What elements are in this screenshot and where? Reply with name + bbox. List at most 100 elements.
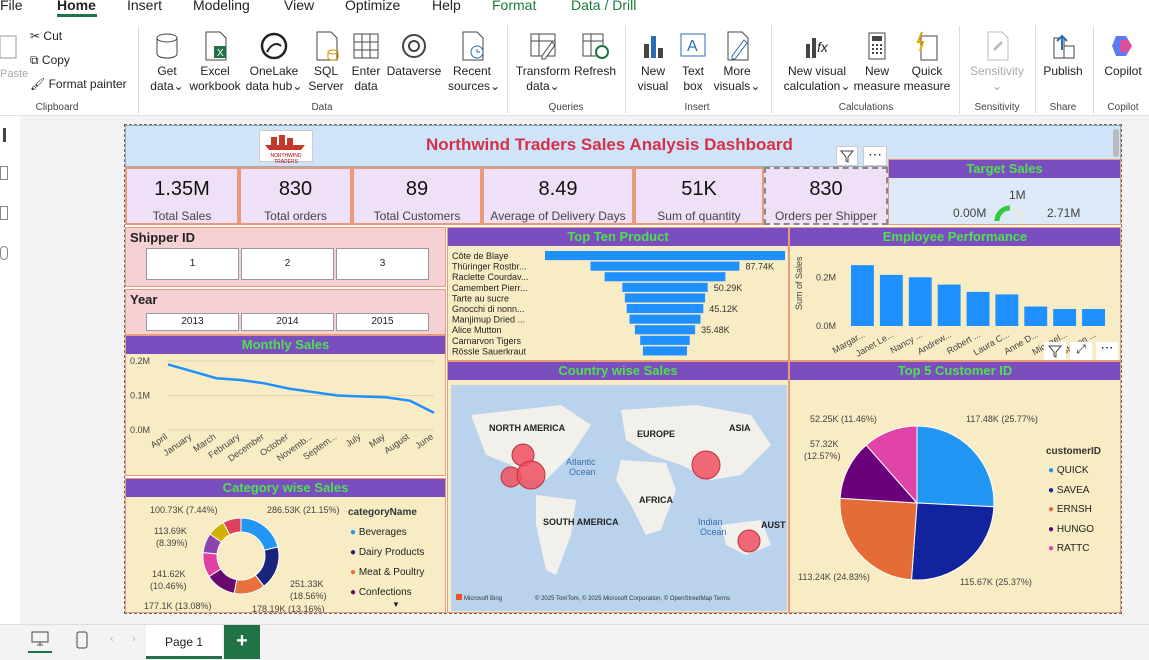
paste-button[interactable]: Paste <box>0 30 28 82</box>
format-painter-button[interactable]: 🖌 Format painter <box>30 77 127 92</box>
menu-bar: File Home Insert Modeling View Optimize … <box>0 0 1149 18</box>
world-map[interactable]: NORTH AMERICA EUROPE ASIA AFRICA SOUTH A… <box>451 385 787 611</box>
new-visual-button[interactable]: New visual <box>633 30 673 94</box>
legend-item[interactable]: ● HUNGO <box>1048 520 1094 540</box>
slicer-option-1[interactable]: 1 <box>146 248 239 280</box>
scrollbar[interactable] <box>1113 129 1119 157</box>
enter-data-button[interactable]: Enter data <box>348 30 384 94</box>
legend-item[interactable]: ● Beverages <box>350 523 424 543</box>
excel-workbook-button[interactable]: X Excel workbook <box>188 30 242 94</box>
map-label: Atlantic <box>566 457 596 467</box>
menu-home[interactable]: Home <box>57 0 96 13</box>
page-tab-bar: ‹ › Page 1 + <box>0 624 1149 660</box>
series-line <box>167 363 435 414</box>
get-data-button[interactable]: Get data⌄ <box>146 30 188 94</box>
pie-label: 52.25K (11.46%) <box>810 414 877 424</box>
calculator-icon <box>868 32 886 60</box>
map-label: ASIA <box>729 423 751 433</box>
employee-bar <box>908 277 932 326</box>
svg-text:fx: fx <box>817 39 829 55</box>
menu-optimize[interactable]: Optimize <box>345 0 400 13</box>
menu-modeling[interactable]: Modeling <box>193 0 250 13</box>
legend-item[interactable]: ● ERNSH <box>1048 500 1094 520</box>
map-attribution: © 2025 TomTom, © 2025 Microsoft Corporat… <box>535 595 730 602</box>
add-page-button[interactable]: + <box>224 625 260 659</box>
dashboard-title: Northwind Traders Sales Analysis Dashboa… <box>426 135 793 154</box>
cut-button[interactable]: ✂ Cut <box>30 29 62 44</box>
text-box-button[interactable]: A Text box <box>675 30 711 94</box>
new-measure-button[interactable]: New measure <box>853 30 901 94</box>
country-sales-visual: Country wise Sales NORTH AMERICA EUROPE … <box>447 361 789 613</box>
customer-legend: ● QUICK ● SAVEA ● ERNSH ● HUNGO ● RATTC <box>1048 461 1094 559</box>
group-data: Data <box>311 102 333 113</box>
legend-item[interactable]: ● RATTC <box>1048 539 1094 559</box>
more-visuals-button[interactable]: More visuals⌄ <box>713 30 761 94</box>
pie-label: 113.24K (24.83%) <box>798 572 870 582</box>
more-options-icon[interactable]: ⋯ <box>863 146 887 166</box>
top-customer-visual: Top 5 Customer ID 117.48K (25.77%) 115.6… <box>789 361 1121 613</box>
publish-button[interactable]: Publish <box>1041 30 1085 79</box>
legend-title: customerID <box>1046 446 1101 457</box>
filter-icon[interactable] <box>836 146 858 166</box>
donut-label: 286.53K (21.15%) <box>267 505 340 515</box>
recent-icon <box>462 31 484 61</box>
legend-item[interactable]: ● QUICK <box>1048 461 1094 481</box>
map-label: NORTH AMERICA <box>489 423 566 433</box>
year-option-2015[interactable]: 2015 <box>336 313 429 331</box>
employee-bar <box>995 294 1019 326</box>
sql-icon <box>316 31 339 61</box>
sensitivity-button[interactable]: Sensitivity ⌄ <box>965 30 1029 94</box>
slicer-option-3[interactable]: 3 <box>336 248 429 280</box>
menu-view[interactable]: View <box>284 0 314 13</box>
legend-item[interactable]: ● Dairy Products <box>350 543 424 563</box>
dax-view-icon[interactable] <box>0 246 8 260</box>
menu-data-drill[interactable]: Data / Drill <box>571 0 636 13</box>
funnel-bar <box>626 304 704 314</box>
tab-page-1[interactable]: Page 1 <box>146 625 222 659</box>
new-visual-calculation-button[interactable]: fx New visual calculation⌄ <box>781 30 853 94</box>
sensitivity-icon <box>987 31 1009 61</box>
menu-format[interactable]: Format <box>492 0 536 13</box>
sql-server-button[interactable]: SQL Server <box>308 30 344 94</box>
menu-help[interactable]: Help <box>432 0 461 13</box>
visual-title: Employee Performance <box>790 228 1120 246</box>
legend-item[interactable]: ● Confections <box>350 583 424 603</box>
year-option-2014[interactable]: 2014 <box>241 313 334 331</box>
donut-label: 141.62K <box>152 569 186 579</box>
legend-scroll-down-icon[interactable]: ▼ <box>392 600 400 609</box>
menu-file[interactable]: File <box>0 0 23 13</box>
filter-icon[interactable] <box>1044 342 1066 360</box>
focus-mode-icon[interactable]: ⤢ <box>1070 342 1092 360</box>
copy-button[interactable]: ⧉ Copy <box>30 53 70 68</box>
mobile-view-icon[interactable] <box>76 631 92 651</box>
text-box-icon: A <box>680 33 706 57</box>
dataverse-button[interactable]: Dataverse <box>386 30 442 79</box>
funnel-bar <box>604 272 726 282</box>
kpi-card-orders-per-shipper[interactable]: 830 Orders per Shipper <box>764 167 888 225</box>
copilot-button[interactable]: Copilot <box>1099 30 1147 79</box>
desktop-view-icon[interactable] <box>28 631 52 653</box>
report-view-icon[interactable] <box>3 128 6 142</box>
legend-item[interactable]: ● Meat & Poultry <box>350 563 424 583</box>
donut-slice <box>240 517 279 551</box>
refresh-button[interactable]: Refresh <box>573 30 617 79</box>
onelake-button[interactable]: OneLake data hub⌄ <box>244 30 304 94</box>
employee-bar <box>1082 309 1105 326</box>
year-option-2013[interactable]: 2013 <box>146 313 239 331</box>
group-share: Share <box>1049 102 1077 113</box>
model-view-icon[interactable] <box>0 206 8 220</box>
recent-sources-button[interactable]: Recent sources⌄ <box>448 30 500 94</box>
next-page-icon[interactable]: › <box>132 633 136 645</box>
transform-data-button[interactable]: Transform data⌄ <box>515 30 571 94</box>
legend-item[interactable]: ● SAVEA <box>1048 481 1094 501</box>
menu-insert[interactable]: Insert <box>127 0 162 13</box>
funnel-bar <box>629 314 701 324</box>
prev-page-icon[interactable]: ‹ <box>110 633 114 645</box>
visual-title: Country wise Sales <box>448 362 788 380</box>
table-view-icon[interactable] <box>0 166 8 180</box>
category-sales-visual: Category wise Sales 100.73K (7.44%) 113.… <box>125 478 446 613</box>
visual-title: Category wise Sales <box>126 479 445 497</box>
more-options-icon[interactable]: ⋯ <box>1096 341 1118 360</box>
quick-measure-button[interactable]: Quick measure <box>903 30 951 94</box>
slicer-option-2[interactable]: 2 <box>241 248 334 280</box>
